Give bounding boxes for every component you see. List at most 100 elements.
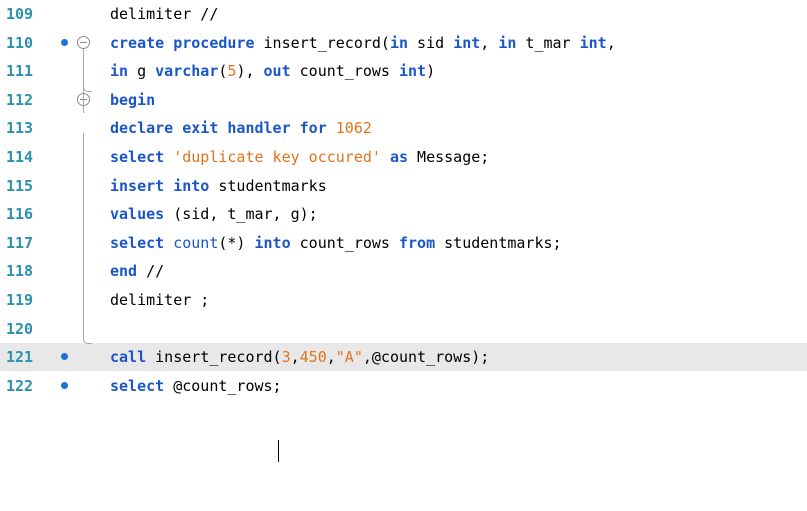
line-number: 111 [6, 62, 34, 80]
code-token: end [110, 262, 138, 280]
code-token: declare exit handler for [110, 119, 327, 137]
code-token: , [606, 34, 616, 52]
code-token: call [110, 348, 147, 366]
code-token: 'duplicate key occured' [173, 148, 381, 166]
code-text[interactable]: select @count_rows; [110, 372, 282, 400]
code-token: "A" [335, 348, 363, 366]
code-token: (sid, t_mar, g); [164, 205, 318, 223]
code-line[interactable]: 121 call insert_record(3,450,"A",@count_r… [0, 343, 807, 371]
line-number: 117 [6, 234, 34, 252]
code-text[interactable]: values (sid, t_mar, g); [110, 200, 318, 228]
code-token: in [498, 34, 517, 52]
code-token: (*) [218, 234, 255, 252]
statement-marker-icon[interactable] [61, 382, 68, 389]
code-token: 450 [299, 348, 327, 366]
code-token: insert_record( [146, 348, 282, 366]
code-token: create procedure [110, 34, 255, 52]
line-number: 112 [6, 91, 34, 109]
line-number: 116 [6, 205, 34, 223]
code-token: insert into [110, 177, 210, 195]
code-token: from [399, 234, 436, 252]
code-token: delimiter ; [110, 291, 210, 309]
line-number: 122 [6, 377, 34, 395]
code-line[interactable]: 113 declare exit handler for 1062 [0, 114, 807, 142]
code-token: @count_rows; [164, 377, 282, 395]
fold-guide-end [83, 337, 92, 344]
line-number: 110 [6, 34, 34, 52]
code-token: studentmarks [209, 177, 327, 195]
code-token: ) [426, 62, 436, 80]
text-cursor [278, 440, 279, 462]
code-text[interactable]: declare exit handler for 1062 [110, 114, 372, 142]
code-token: select [110, 234, 165, 252]
code-token: in [110, 62, 129, 80]
code-token: int [453, 34, 481, 52]
code-line[interactable]: 115 insert into studentmarks [0, 172, 807, 200]
code-text[interactable]: create procedure insert_record(in sid in… [110, 29, 616, 57]
code-token: count [173, 234, 219, 252]
line-number: 118 [6, 262, 34, 280]
code-token: , [480, 34, 499, 52]
line-number: 121 [6, 348, 34, 366]
code-token: // [137, 262, 165, 280]
code-token: count_rows [290, 234, 399, 252]
code-token: 1062 [335, 119, 372, 137]
code-text[interactable]: delimiter // [110, 0, 218, 28]
code-token: begin [110, 91, 156, 109]
code-token: int [579, 34, 607, 52]
code-line[interactable]: 118 end // [0, 257, 807, 285]
code-token: 3 [281, 348, 291, 366]
code-token: ,@count_rows); [362, 348, 490, 366]
code-line[interactable]: 120 [0, 315, 807, 343]
fold-guide-line [83, 133, 84, 337]
code-line[interactable]: 117 select count(*) into count_rows from … [0, 229, 807, 257]
collapse-block-icon[interactable] [77, 36, 90, 49]
code-token: sid [408, 34, 454, 52]
code-token: select [110, 148, 165, 166]
code-token: studentmarks; [435, 234, 562, 252]
code-line[interactable]: 109 delimiter // [0, 0, 807, 28]
code-text[interactable]: begin [110, 86, 155, 114]
code-line[interactable]: 114 select 'duplicate key occured' as Mes… [0, 143, 807, 171]
code-line[interactable]: 110 create procedure insert_record(in sid… [0, 29, 807, 57]
code-line[interactable]: 112 begin [0, 86, 807, 114]
code-token: ), [236, 62, 264, 80]
code-line[interactable]: 122 select @count_rows; [0, 372, 807, 400]
code-token: , [326, 348, 336, 366]
code-token: count_rows [290, 62, 399, 80]
code-text[interactable]: end // [110, 257, 164, 285]
code-token: in [389, 34, 409, 52]
code-line[interactable]: 111 in g varchar(5), out count_rows int) [0, 57, 807, 85]
line-number: 113 [6, 119, 34, 137]
code-editor[interactable]: 109 delimiter // 110 create procedure inser… [0, 0, 807, 511]
line-number: 120 [6, 320, 34, 338]
code-text[interactable]: insert into studentmarks [110, 172, 327, 200]
statement-marker-icon[interactable] [61, 39, 68, 46]
code-token: select [110, 377, 165, 395]
code-token: out [263, 62, 291, 80]
code-text[interactable]: in g varchar(5), out count_rows int) [110, 57, 435, 85]
code-text[interactable]: select 'duplicate key occured' as Messag… [110, 143, 489, 171]
code-token: varchar [155, 62, 219, 80]
code-token: Message; [408, 148, 490, 166]
code-token: t_mar [516, 34, 580, 52]
code-line[interactable]: 116 values (sid, t_mar, g); [0, 200, 807, 228]
code-token: delimiter // [110, 5, 219, 23]
code-token: g [128, 62, 156, 80]
code-token: , [290, 348, 300, 366]
fold-guide-line [83, 49, 84, 113]
code-text[interactable]: call insert_record(3,450,"A",@count_rows… [110, 343, 489, 371]
line-number: 115 [6, 177, 34, 195]
code-line[interactable]: 119 delimiter ; [0, 286, 807, 314]
statement-marker-icon[interactable] [61, 353, 68, 360]
code-token: values [110, 205, 165, 223]
line-number: 114 [6, 148, 34, 166]
line-number: 119 [6, 291, 34, 309]
code-token: int [399, 62, 427, 80]
code-text[interactable]: select count(*) into count_rows from stu… [110, 229, 562, 257]
line-number: 109 [6, 5, 34, 23]
code-token: as [389, 148, 409, 166]
code-text[interactable]: delimiter ; [110, 286, 209, 314]
